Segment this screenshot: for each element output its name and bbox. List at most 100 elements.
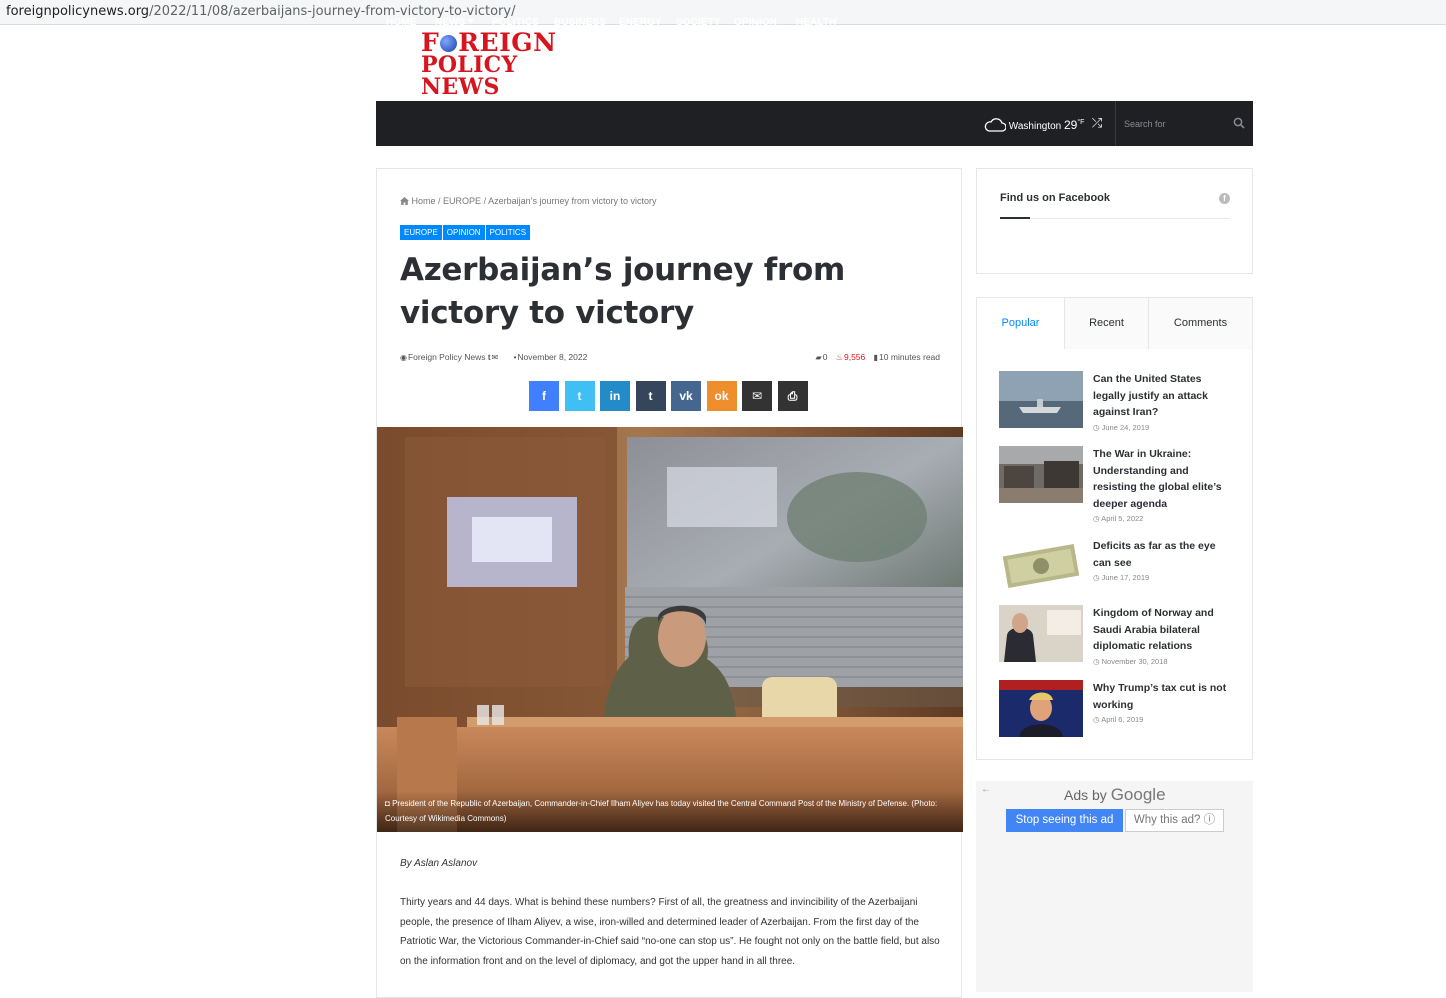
bookmark-icon: ▮ — [873, 353, 879, 362]
nav-business[interactable]: BUSINESS — [554, 0, 606, 45]
post-title[interactable]: Can the United States legally justify an… — [1093, 371, 1233, 421]
publish-date: November 8, 2022 — [517, 352, 588, 362]
caption-text: President of the Republic of Azerbaijan,… — [385, 799, 938, 823]
facebook-icon[interactable]: f — [1219, 193, 1230, 204]
facebook-widget: Find us on Facebook f — [976, 168, 1253, 274]
nav-politics[interactable]: POLITICS — [492, 0, 539, 45]
post-date-text: November 30, 2018 — [1101, 657, 1168, 666]
article-card: Home / EUROPE / Azerbaijan’s journey fro… — [376, 168, 963, 998]
search-input[interactable] — [1124, 115, 1224, 133]
twitter-share-icon[interactable]: t — [564, 381, 595, 411]
category-tags: EUROPE OPINION POLITICS — [400, 225, 531, 240]
tab-recent[interactable]: Recent — [1065, 298, 1149, 349]
email-share-icon[interactable]: ✉ — [742, 381, 772, 411]
nav-opinion[interactable]: OPINION — [734, 0, 777, 45]
clock-icon: • — [513, 353, 517, 362]
post-title[interactable]: The War in Ukraine: Understanding and re… — [1093, 446, 1233, 512]
post-thumbnail[interactable] — [999, 538, 1083, 595]
weather-temp: 29 — [1064, 118, 1078, 132]
ads-by-google[interactable]: Ads by Google — [1064, 785, 1166, 805]
article-paragraph: Thirty years and 44 days. What is behind… — [400, 897, 940, 967]
camera-icon: ◘ — [385, 799, 393, 808]
breadcrumb-separator: / — [435, 196, 444, 206]
ad-panel: ← Ads by Google Stop seeing this ad Why … — [976, 781, 1253, 992]
tab-popular[interactable]: Popular — [977, 298, 1065, 349]
photo-illustration — [377, 427, 963, 832]
breadcrumb-section[interactable]: EUROPE — [443, 196, 481, 206]
widget-divider — [1000, 218, 1230, 219]
posts-tabs-widget: Popular Recent Comments Can the United S… — [976, 297, 1253, 760]
post-date: ◷ November 30, 2018 — [1093, 657, 1168, 666]
comments-icon: ▰ — [815, 353, 822, 362]
linkedin-share-icon[interactable]: in — [600, 381, 630, 411]
logo-subtitle: POLICY NEWS — [421, 52, 518, 100]
tumblr-share-icon[interactable]: t — [635, 381, 666, 411]
weather-widget: Washington 29°F — [984, 112, 1084, 134]
post-date-text: April 6, 2019 — [1101, 715, 1144, 724]
post-date-text: April 5, 2022 — [1101, 514, 1144, 523]
breadcrumb-current: Azerbaijan’s journey from victory to vic… — [488, 196, 657, 206]
post-title[interactable]: Deficits as far as the eye can see — [1093, 538, 1233, 571]
address-bar[interactable]: foreignpolicynews.org/2022/11/08/azerbai… — [0, 0, 1446, 25]
weather-city: Washington — [1008, 121, 1062, 132]
clock-icon: ◷ — [1093, 715, 1102, 724]
post-date: ◷ April 5, 2022 — [1093, 514, 1143, 523]
nav-society[interactable]: SOCIETY — [676, 0, 721, 45]
featured-image: ◘ President of the Republic of Azerbaija… — [377, 427, 963, 832]
post-thumbnail[interactable] — [999, 605, 1083, 662]
share-buttons: f t in t vk ok ✉ ⎙ — [529, 381, 813, 411]
search-box — [1115, 101, 1253, 146]
image-caption: ◘ President of the Republic of Azerbaija… — [377, 791, 963, 832]
post-thumbnail[interactable] — [999, 371, 1083, 428]
breadcrumb-home[interactable]: Home — [412, 196, 436, 206]
post-date: ◷ June 17, 2019 — [1093, 573, 1149, 582]
tag-opinion[interactable]: OPINION — [442, 225, 485, 240]
nav-home[interactable]: HOME — [386, 0, 416, 45]
byline: By Aslan Aslanov — [400, 858, 478, 869]
envelope-icon[interactable]: ✉ — [492, 352, 499, 364]
nav-news[interactable]: NEWS — [435, 0, 475, 45]
weather-unit: °F — [1077, 119, 1085, 126]
cloud-icon — [984, 118, 1006, 132]
search-icon[interactable] — [1233, 117, 1245, 129]
user-icon: ◉ — [400, 353, 407, 362]
nav-energy[interactable]: ENERGY — [619, 0, 662, 45]
ads-by-label: Ads by — [1064, 787, 1107, 803]
clock-icon: ◷ — [1093, 657, 1102, 666]
fire-icon: ♨ — [835, 353, 843, 362]
widget-accent — [1000, 217, 1030, 219]
clock-icon: ◷ — [1093, 423, 1102, 432]
twitter-icon[interactable]: t — [488, 352, 491, 364]
url-domain: foreignpolicynews.org — [6, 4, 150, 19]
print-share-icon[interactable]: ⎙ — [777, 381, 808, 411]
post-date-text: June 17, 2019 — [1101, 573, 1150, 582]
post-date-text: June 24, 2019 — [1101, 423, 1150, 432]
stop-seeing-ad-button[interactable]: Stop seeing this ad — [1006, 809, 1123, 832]
back-arrow-icon[interactable]: ← — [981, 784, 991, 795]
tab-comments[interactable]: Comments — [1149, 298, 1252, 349]
post-date: ◷ April 6, 2019 — [1093, 715, 1143, 724]
home-icon — [400, 197, 409, 205]
view-count: 9,556 — [843, 352, 866, 362]
nav-health[interactable]: HEALTH — [796, 0, 836, 45]
caret-down-icon — [468, 19, 475, 23]
post-thumbnail[interactable] — [999, 680, 1083, 737]
post-date: ◷ June 24, 2019 — [1093, 423, 1149, 432]
vk-share-icon[interactable]: vk — [671, 381, 701, 411]
why-this-ad-button[interactable]: Why this ad? ⓘ — [1125, 809, 1224, 832]
breadcrumb: Home / EUROPE / Azerbaijan’s journey fro… — [400, 196, 656, 206]
post-title[interactable]: Why Trump’s tax cut is not working — [1093, 680, 1233, 713]
author-name[interactable]: Foreign Policy News — [408, 352, 485, 362]
widget-title: Find us on Facebook — [1000, 192, 1111, 204]
nav-news-label: NEWS — [435, 17, 466, 28]
comment-count[interactable]: 0 — [823, 352, 828, 362]
post-thumbnail[interactable] — [999, 446, 1083, 503]
random-article-icon[interactable]: ⤮ — [1089, 115, 1105, 131]
odnoklassniki-share-icon[interactable]: ok — [706, 381, 737, 411]
tag-europe[interactable]: EUROPE — [400, 225, 442, 240]
article-title: Azerbaijan’s journey from victory to vic… — [400, 252, 845, 331]
facebook-share-icon[interactable]: f — [529, 381, 559, 411]
article-meta: ◉Foreign Policy News t✉ •November 8, 202… — [400, 351, 940, 363]
post-title[interactable]: Kingdom of Norway and Saudi Arabia bilat… — [1093, 605, 1233, 655]
tag-politics[interactable]: POLITICS — [485, 225, 531, 240]
